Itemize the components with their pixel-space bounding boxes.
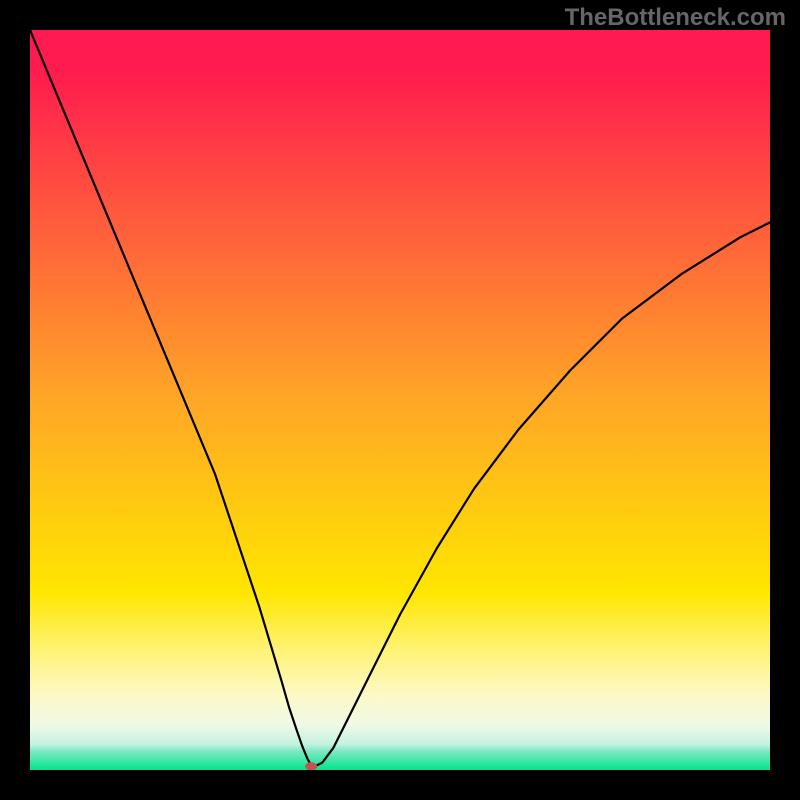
optimal-point-marker [305,762,317,770]
bottleneck-chart [0,0,800,800]
chart-frame: TheBottleneck.com [0,0,800,800]
watermark-text: TheBottleneck.com [565,4,786,32]
chart-background [30,30,770,770]
